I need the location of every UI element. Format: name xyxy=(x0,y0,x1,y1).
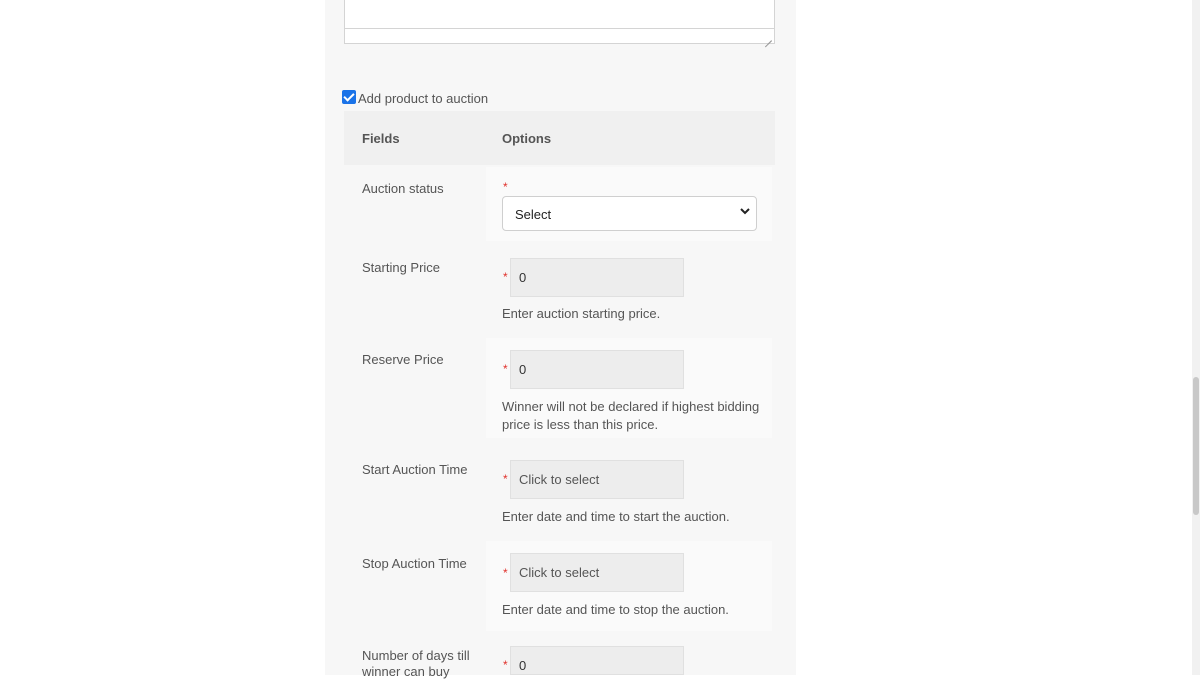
required-marker: * xyxy=(503,270,508,284)
stop-auction-time-help: Enter date and time to stop the auction. xyxy=(502,602,729,617)
auction-status-label: Auction status xyxy=(362,181,444,196)
days-till-buy-label-line1: Number of days till xyxy=(362,648,470,663)
start-auction-time-input[interactable]: Click to select xyxy=(510,460,684,499)
chevron-down-icon xyxy=(740,205,750,219)
fields-column-header: Fields xyxy=(362,131,400,146)
textarea-content[interactable] xyxy=(345,0,774,29)
description-textarea[interactable] xyxy=(344,0,775,44)
required-marker: * xyxy=(503,472,508,486)
add-to-auction-checkbox[interactable] xyxy=(342,90,356,104)
starting-price-input[interactable]: 0 xyxy=(510,258,684,297)
add-to-auction-label[interactable]: Add product to auction xyxy=(358,91,488,106)
stop-auction-time-label: Stop Auction Time xyxy=(362,556,467,571)
reserve-price-help-line1: Winner will not be declared if highest b… xyxy=(502,399,760,414)
starting-price-help: Enter auction starting price. xyxy=(502,306,661,321)
page-scrollbar[interactable] xyxy=(1192,0,1200,675)
required-marker: * xyxy=(503,180,508,194)
reserve-price-help-line2: price is less than this price. xyxy=(502,417,659,432)
options-column-header: Options xyxy=(502,131,552,146)
days-till-buy-label-line2: winner can buy xyxy=(362,664,450,679)
stop-auction-time-input[interactable]: Click to select xyxy=(510,553,684,592)
reserve-price-label: Reserve Price xyxy=(362,352,444,367)
auction-status-select[interactable]: Select xyxy=(502,196,757,231)
days-till-buy-input[interactable]: 0 xyxy=(510,646,684,675)
start-auction-time-label: Start Auction Time xyxy=(362,462,468,477)
required-marker: * xyxy=(503,658,508,672)
auction-fields-table-header: Fields Options xyxy=(344,111,775,165)
reserve-price-input[interactable]: 0 xyxy=(510,350,684,389)
start-auction-time-help: Enter date and time to start the auction… xyxy=(502,509,730,524)
required-marker: * xyxy=(503,566,508,580)
scrollbar-thumb[interactable] xyxy=(1193,377,1199,515)
auction-status-select-value: Select xyxy=(515,207,552,222)
resize-handle-icon[interactable] xyxy=(764,33,772,41)
required-marker: * xyxy=(503,362,508,376)
starting-price-label: Starting Price xyxy=(362,260,441,275)
